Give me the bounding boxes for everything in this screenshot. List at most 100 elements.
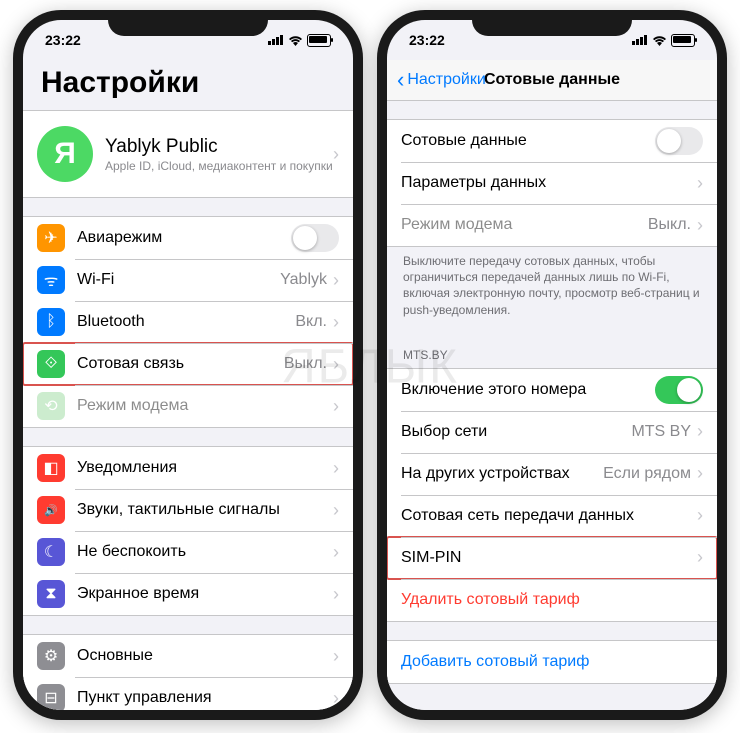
row-label: Звуки, тактильные сигналы: [77, 501, 333, 519]
chevron-right-icon: ›: [697, 215, 703, 236]
chevron-right-icon: ›: [333, 542, 339, 563]
row-label: Включение этого номера: [401, 381, 655, 399]
row-label: Режим модема: [401, 216, 648, 234]
chevron-left-icon: ‹: [397, 67, 404, 93]
добавить-сотовый-тариф-row[interactable]: Добавить сотовый тариф: [387, 641, 717, 683]
page-title: Настройки: [23, 60, 353, 110]
chevron-right-icon: ›: [333, 646, 339, 667]
row-label: Уведомления: [77, 459, 333, 477]
bluetooth-icon-row[interactable]: ᛒBluetoothВкл.›: [23, 301, 353, 343]
apple-id-sub: Apple ID, iCloud, медиаконтент и покупки: [105, 159, 333, 173]
bluetooth-icon: ᛒ: [37, 308, 65, 336]
wifi-icon-row[interactable]: ᯤWi-FiYablyk›: [23, 259, 353, 301]
row-label: Сотовая связь: [77, 355, 284, 373]
general-icon: ⚙: [37, 642, 65, 670]
на-других-устройствах-row[interactable]: На других устройствахЕсли рядом›: [387, 453, 717, 495]
row-label: На других устройствах: [401, 465, 603, 483]
hotspot-icon: ⟲: [37, 392, 65, 420]
chevron-right-icon: ›: [333, 270, 339, 291]
screentime-icon-row[interactable]: ⧗ Экранное время›: [23, 573, 353, 615]
row-value: Если рядом: [603, 465, 691, 483]
toggle[interactable]: [655, 127, 703, 155]
row-label: Основные: [77, 647, 333, 665]
сотовая-сеть-передачи-данных-row[interactable]: Сотовая сеть передачи данных›: [387, 495, 717, 537]
chevron-right-icon: ›: [697, 173, 703, 194]
notch: [472, 10, 632, 36]
row-label: Bluetooth: [77, 313, 295, 331]
row-label: Режим модема: [77, 397, 333, 415]
row-label: Не беспокоить: [77, 543, 333, 561]
выбор-сети-row[interactable]: Выбор сетиMTS BY ›: [387, 411, 717, 453]
row-label: Экранное время: [77, 585, 333, 603]
row-value: Выкл.: [284, 355, 327, 373]
wifi-icon: [652, 35, 667, 46]
general-icon-row[interactable]: ⚙ Основные›: [23, 635, 353, 677]
sounds-icon-row[interactable]: 🔊 Звуки, тактильные сигналы›: [23, 489, 353, 531]
signal-icon: [632, 35, 648, 45]
row-label: Пункт управления: [77, 689, 333, 707]
status-time: 23:22: [409, 32, 445, 48]
row-label: SIM-PIN: [401, 549, 697, 567]
apple-id-name: Yablyk Public: [105, 136, 333, 158]
row-label: Добавить сотовый тариф: [401, 653, 703, 671]
row-value: Выкл.: [648, 216, 691, 234]
chevron-right-icon: ›: [333, 458, 339, 479]
chevron-right-icon: ›: [697, 421, 703, 442]
signal-icon: [268, 35, 284, 45]
параметры-данных-row[interactable]: Параметры данных›: [387, 162, 717, 204]
screen-right: 23:22 ‹ Настройки Сотовые данные Сотовые…: [387, 20, 717, 710]
avatar: Я: [37, 126, 93, 182]
control-icon: ⊟: [37, 684, 65, 710]
group-footer: Выключите передачу сотовых данных, чтобы…: [387, 247, 717, 324]
chevron-right-icon: ›: [333, 144, 339, 165]
notifications-icon: ◧: [37, 454, 65, 482]
airplane-icon-row[interactable]: ✈Авиарежим: [23, 217, 353, 259]
cellular-icon-row[interactable]: ⟐ Сотовая связьВыкл. ›: [23, 343, 353, 385]
group-header-mts: MTS.BY: [387, 342, 717, 368]
dnd-icon-row[interactable]: ☾ Не беспокоить›: [23, 531, 353, 573]
battery-icon: [671, 34, 695, 47]
cellular-icon: ⟐: [37, 350, 65, 378]
режим-модема-row[interactable]: Режим модемаВыкл. ›: [387, 204, 717, 246]
chevron-right-icon: ›: [697, 547, 703, 568]
row-value: MTS BY: [631, 423, 691, 441]
screentime-icon: ⧗: [37, 580, 65, 608]
удалить-сотовый-тариф-row[interactable]: Удалить сотовый тариф: [387, 579, 717, 621]
row-label: Удалить сотовый тариф: [401, 591, 703, 609]
navbar-title: Сотовые данные: [484, 71, 620, 89]
chevron-right-icon: ›: [333, 354, 339, 375]
sounds-icon: 🔊: [37, 496, 65, 524]
row-label: Параметры данных: [401, 174, 697, 192]
toggle[interactable]: [291, 224, 339, 252]
chevron-right-icon: ›: [697, 505, 703, 526]
sim-pin-row[interactable]: SIM-PIN›: [387, 537, 717, 579]
toggle[interactable]: [655, 376, 703, 404]
wifi-icon: ᯤ: [37, 266, 65, 294]
dnd-icon: ☾: [37, 538, 65, 566]
row-label: Wi-Fi: [77, 271, 280, 289]
chevron-right-icon: ›: [333, 688, 339, 709]
wifi-icon: [288, 35, 303, 46]
back-label: Настройки: [407, 71, 485, 89]
control-icon-row[interactable]: ⊟ Пункт управления›: [23, 677, 353, 710]
включение-этого-номера-row[interactable]: Включение этого номера: [387, 369, 717, 411]
hotspot-icon-row[interactable]: ⟲ Режим модема›: [23, 385, 353, 427]
status-time: 23:22: [45, 32, 81, 48]
phone-left: 23:22 Настройки Я Yablyk Public Apple ID…: [13, 10, 363, 720]
screen-left: 23:22 Настройки Я Yablyk Public Apple ID…: [23, 20, 353, 710]
row-label: Сотовая сеть передачи данных: [401, 507, 697, 525]
navbar: ‹ Настройки Сотовые данные: [387, 60, 717, 101]
row-label: Выбор сети: [401, 423, 631, 441]
chevron-right-icon: ›: [333, 312, 339, 333]
phone-right: 23:22 ‹ Настройки Сотовые данные Сотовые…: [377, 10, 727, 720]
сотовые-данные-row[interactable]: Сотовые данные: [387, 120, 717, 162]
notifications-icon-row[interactable]: ◧ Уведомления›: [23, 447, 353, 489]
chevron-right-icon: ›: [333, 584, 339, 605]
row-label: Сотовые данные: [401, 132, 655, 150]
back-button[interactable]: ‹ Настройки: [397, 67, 486, 93]
battery-icon: [307, 34, 331, 47]
chevron-right-icon: ›: [333, 396, 339, 417]
chevron-right-icon: ›: [333, 500, 339, 521]
apple-id-row[interactable]: Я Yablyk Public Apple ID, iCloud, медиак…: [23, 111, 353, 197]
notch: [108, 10, 268, 36]
